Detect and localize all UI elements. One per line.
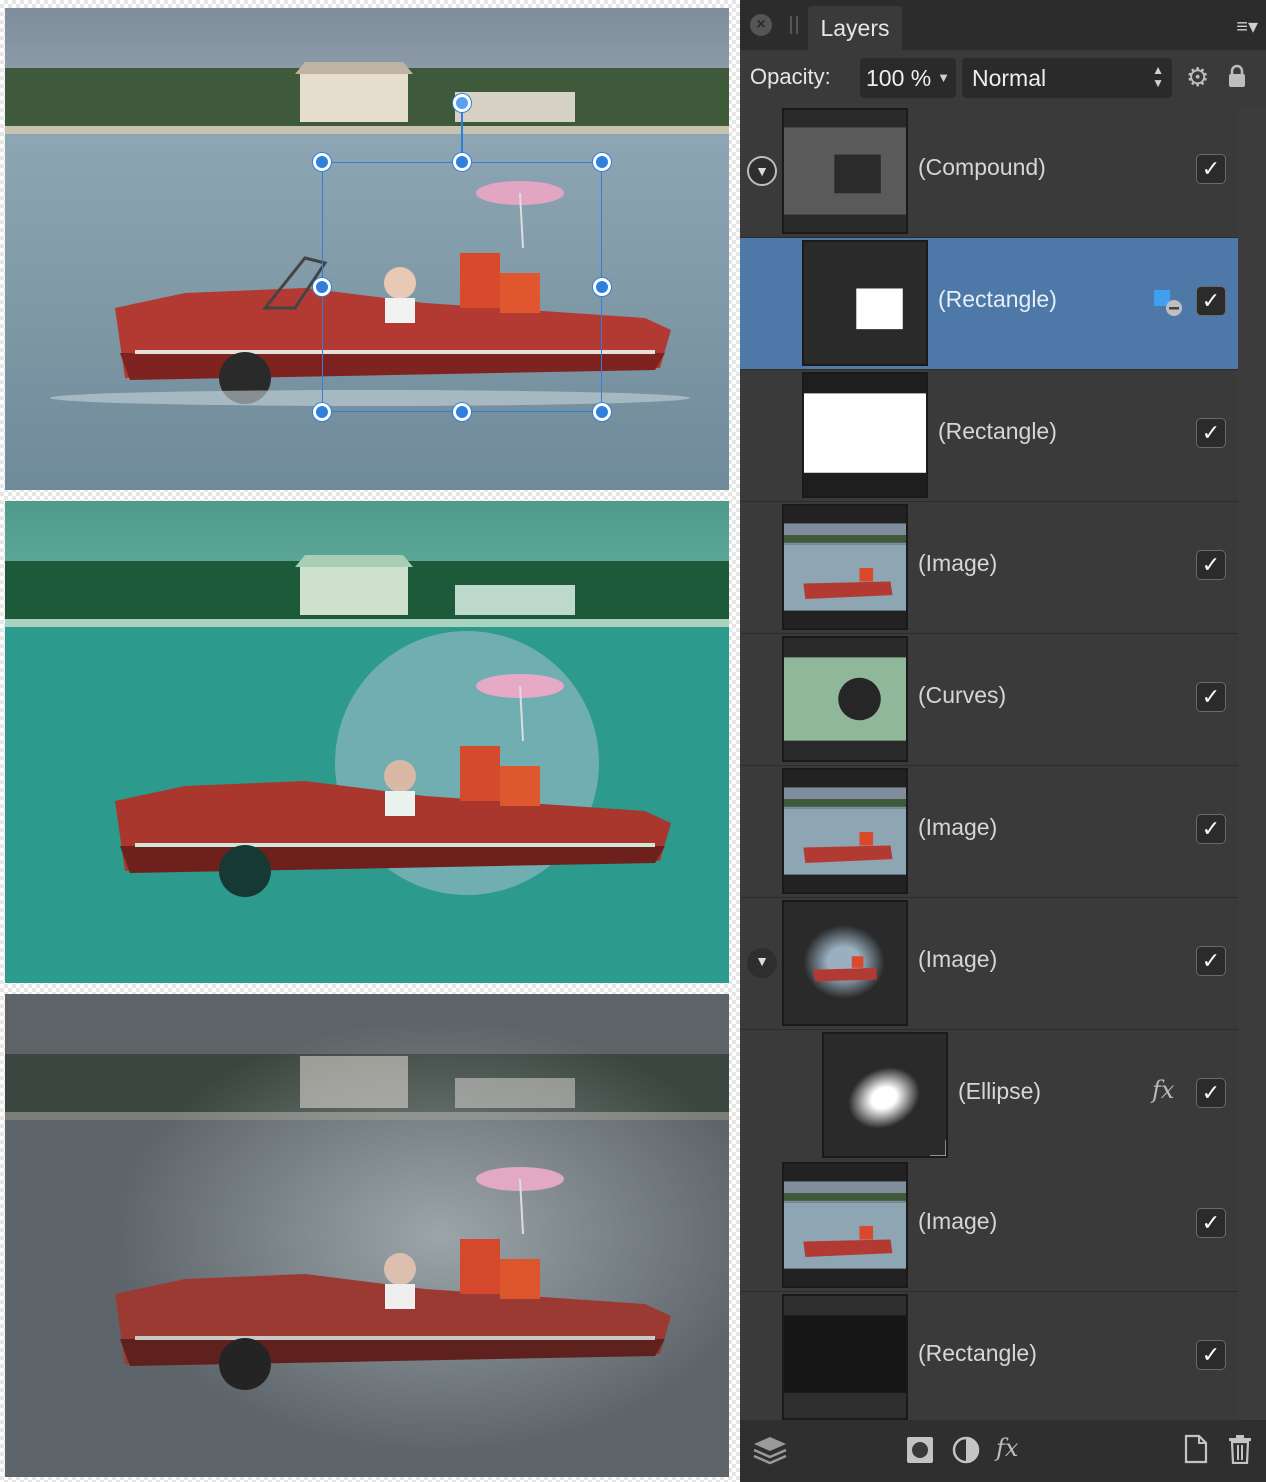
visibility-checkbox[interactable]: ✓ — [1196, 1340, 1226, 1370]
trash-icon[interactable] — [1228, 1434, 1252, 1464]
layer-thumbnail — [782, 108, 908, 234]
resize-handle-right[interactable] — [593, 278, 611, 296]
layer-label: (Curves) — [918, 682, 1007, 708]
fx-icon[interactable]: fx — [996, 1434, 1018, 1462]
layer-thumbnail — [782, 768, 908, 894]
panel-header: × Layers ≡▾ — [740, 0, 1266, 50]
layer-thumbnail — [822, 1032, 948, 1158]
layer-label: (Rectangle) — [938, 286, 1057, 312]
layer-label: (Rectangle) — [938, 418, 1057, 444]
layer-thumbnail — [782, 1162, 908, 1288]
layer-thumbnail — [782, 504, 908, 630]
layer-row-rectangle[interactable]: (Rectangle) ✓ — [740, 1292, 1238, 1424]
resize-handle-bottom[interactable] — [453, 403, 471, 421]
layer-label: (Compound) — [918, 154, 1046, 180]
canvas-photo-vignette[interactable] — [5, 994, 729, 1477]
gear-icon[interactable]: ⚙ — [1186, 62, 1209, 93]
layer-label: (Image) — [918, 946, 998, 972]
canvas-photo-curves[interactable] — [5, 501, 729, 983]
resize-handle-top-right[interactable] — [593, 153, 611, 171]
layer-row-ellipse[interactable]: (Ellipse) fx ✓ — [740, 1030, 1238, 1162]
blend-mode-value: Normal — [972, 65, 1047, 91]
visibility-checkbox[interactable]: ✓ — [1196, 814, 1226, 844]
resize-handle-top[interactable] — [453, 153, 471, 171]
layer-label: (Image) — [918, 550, 998, 576]
subtract-mode-icon[interactable] — [1152, 286, 1184, 318]
layer-label: (Rectangle) — [918, 1340, 1037, 1366]
layer-thumbnail — [802, 372, 928, 498]
stepper-arrows-icon: ▲ ▼ — [1152, 63, 1164, 90]
resize-handle-top-left[interactable] — [313, 153, 331, 171]
visibility-checkbox[interactable]: ✓ — [1196, 682, 1226, 712]
layer-row-curves[interactable]: (Curves) ✓ — [740, 634, 1238, 766]
layer-thumbnail — [802, 240, 928, 366]
adjustment-icon[interactable] — [952, 1436, 980, 1464]
new-document-icon[interactable] — [1184, 1434, 1208, 1464]
layer-row-image[interactable]: (Image) ✓ — [740, 1160, 1238, 1292]
selection-bounding-box[interactable] — [322, 162, 602, 412]
visibility-checkbox[interactable]: ✓ — [1196, 1208, 1226, 1238]
layer-thumbnail — [782, 636, 908, 762]
layer-row-image-masked[interactable]: ▼ (Image) ✓ — [740, 898, 1238, 1030]
disclosure-triangle-icon[interactable]: ▼ — [747, 948, 777, 978]
resize-handle-left[interactable] — [313, 278, 331, 296]
disclosure-triangle-icon[interactable]: ▼ — [747, 156, 777, 186]
layer-thumbnail — [782, 1294, 908, 1420]
crop-icon — [930, 1140, 946, 1156]
fx-icon[interactable]: fx — [1152, 1076, 1174, 1104]
resize-handle-bottom-left[interactable] — [313, 403, 331, 421]
layer-row-image[interactable]: (Image) ✓ — [740, 766, 1238, 898]
layers-stack-icon[interactable] — [752, 1434, 788, 1466]
visibility-checkbox[interactable]: ✓ — [1196, 550, 1226, 580]
layer-row-image[interactable]: (Image) ✓ — [740, 502, 1238, 634]
rotation-handle[interactable] — [453, 94, 471, 112]
close-icon[interactable]: × — [750, 14, 772, 36]
panel-menu-icon[interactable]: ≡▾ — [1236, 14, 1258, 39]
visibility-checkbox[interactable]: ✓ — [1196, 1078, 1226, 1108]
mask-icon[interactable] — [906, 1436, 934, 1464]
opacity-field[interactable]: 100 % ▼ — [860, 58, 956, 98]
opacity-value: 100 % — [866, 65, 932, 91]
visibility-checkbox[interactable]: ✓ — [1196, 286, 1226, 316]
layer-row-rectangle-selected[interactable]: (Rectangle) ✓ — [740, 238, 1238, 370]
layer-label: (Image) — [918, 814, 998, 840]
layer-label: (Image) — [918, 1208, 998, 1234]
layer-label: (Ellipse) — [958, 1078, 1042, 1104]
visibility-checkbox[interactable]: ✓ — [1196, 418, 1226, 448]
visibility-checkbox[interactable]: ✓ — [1196, 154, 1226, 184]
canvas-photo-original[interactable] — [5, 8, 729, 490]
blend-mode-select[interactable]: Normal ▲ ▼ — [962, 58, 1172, 98]
visibility-checkbox[interactable]: ✓ — [1196, 946, 1226, 976]
layer-thumbnail — [782, 900, 908, 1026]
layer-row-rectangle[interactable]: (Rectangle) ✓ — [740, 370, 1238, 502]
opacity-label: Opacity: — [750, 64, 831, 89]
layers-panel: × Layers ≡▾ Opacity: 100 % ▼ Normal ▲ ▼ ⚙… — [740, 0, 1266, 1482]
resize-handle-bottom-right[interactable] — [593, 403, 611, 421]
layer-list-scrollbar[interactable] — [1238, 106, 1266, 1420]
layer-list: ▼ (Compound) ✓ (Rectangle) ✓ (Rectangle)… — [740, 106, 1238, 1424]
drag-grip-icon[interactable] — [790, 16, 798, 34]
caret-down-icon[interactable]: ▼ — [937, 58, 950, 98]
layer-row-compound[interactable]: ▼ (Compound) ✓ — [740, 106, 1238, 238]
lock-icon[interactable] — [1228, 64, 1246, 88]
panel-footer: fx — [740, 1420, 1266, 1482]
opacity-row: Opacity: 100 % ▼ Normal ▲ ▼ ⚙ — [740, 50, 1266, 106]
tab-layers[interactable]: Layers — [808, 6, 902, 50]
